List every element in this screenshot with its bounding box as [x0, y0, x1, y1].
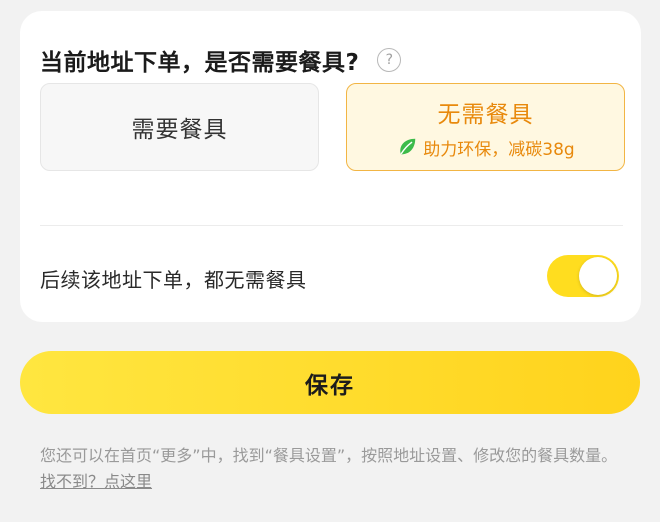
eco-row: 助力环保，减碳38g — [396, 135, 575, 160]
footer-hint: 您还可以在首页“更多”中，找到“餐具设置”，按照地址设置、修改您的餐具数量。找不… — [40, 443, 626, 495]
remember-toggle[interactable] — [547, 255, 619, 297]
eco-text: 助力环保，减碳38g — [423, 139, 575, 160]
help-icon[interactable]: ? — [377, 48, 402, 72]
footer-hint-text: 您还可以在首页“更多”中，找到“餐具设置”，按照地址设置、修改您的餐具数量。 — [40, 446, 618, 465]
option-none-label: 无需餐具 — [437, 101, 534, 128]
toggle-knob — [579, 257, 617, 295]
question-row: 当前地址下单，是否需要餐具? ? — [40, 43, 402, 77]
help-link[interactable]: 找不到？点这里 — [40, 472, 152, 491]
option-need-tableware[interactable]: 需要餐具 — [40, 83, 319, 171]
remember-label: 后续该地址下单，都无需餐具 — [40, 268, 307, 292]
save-button[interactable]: 保存 — [20, 351, 640, 414]
divider — [40, 225, 623, 226]
leaf-icon — [400, 138, 416, 155]
option-need-label: 需要餐具 — [131, 117, 228, 143]
tableware-card: 当前地址下单，是否需要餐具? ? 需要餐具 无需餐具 助力环保，减碳38g 后续… — [20, 11, 641, 322]
question-title: 当前地址下单，是否需要餐具? — [40, 50, 360, 76]
option-no-tableware[interactable]: 无需餐具 助力环保，减碳38g — [346, 83, 625, 171]
